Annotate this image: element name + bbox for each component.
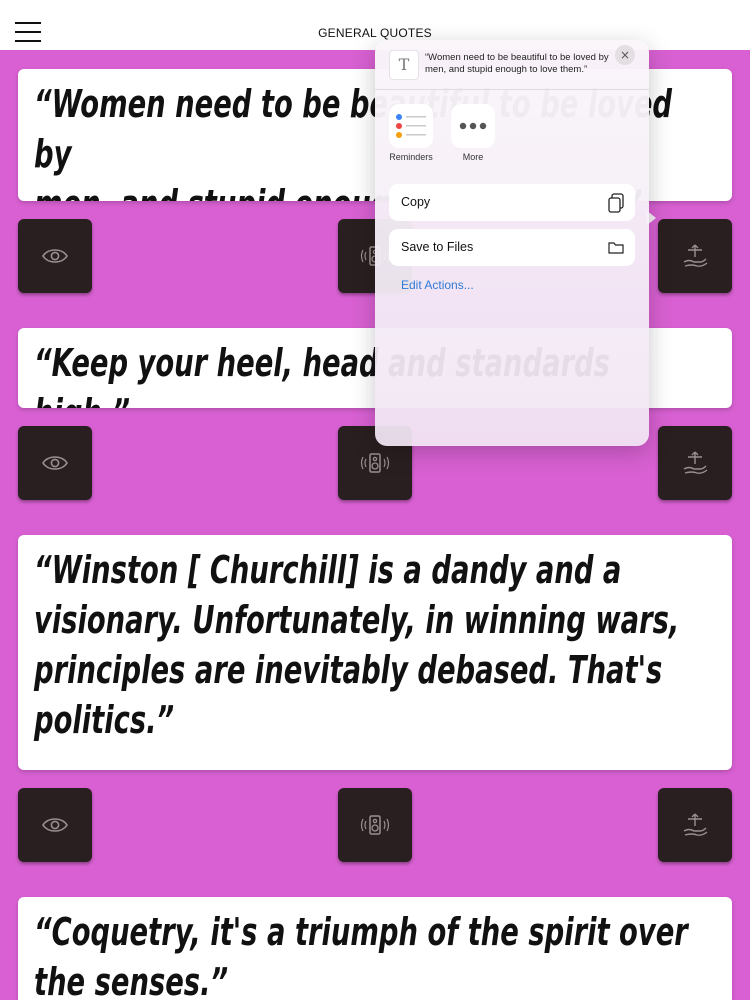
more-icon [459,122,487,130]
quote-text: “Winston [ Churchill] is a dandy and a v… [34,548,680,742]
share-sheet-header: T “Women need to be beautiful to be love… [375,40,649,90]
share-hand-icon [683,813,708,836]
share-hand-icon [683,244,708,267]
share-button[interactable] [658,426,732,500]
copy-label: Copy [401,195,431,209]
quote-card[interactable]: “Coquetry, it's a triumph of the spirit … [18,897,732,1000]
eye-icon [42,456,68,470]
speaker-icon [360,815,390,835]
reminders-label: Reminders [389,152,433,162]
eye-icon [42,818,68,832]
view-button[interactable] [18,219,92,293]
folder-icon [608,242,624,254]
save-to-files-label: Save to Files [401,240,474,254]
quote-text: “Coquetry, it's a triumph of the spirit … [34,910,688,1000]
share-sheet: T “Women need to be beautiful to be love… [375,40,649,446]
reminders-app-button[interactable] [389,104,433,148]
share-preview-text: “Women need to be beautiful to be loved … [425,52,609,75]
eye-icon [42,249,68,263]
more-label: More [462,152,484,162]
share-button[interactable] [658,219,732,293]
page-title: GENERAL QUOTES [318,26,432,40]
speaker-icon [360,453,390,473]
copy-icon [608,193,624,213]
more-button[interactable] [451,104,495,148]
copy-action[interactable]: Copy [389,184,635,221]
view-button[interactable] [18,426,92,500]
quote-card[interactable]: “Winston [ Churchill] is a dandy and a v… [18,535,732,770]
menu-icon-line [15,22,41,24]
menu-icon-line [15,40,41,42]
speak-button[interactable] [338,788,412,862]
share-hand-icon [683,451,708,474]
view-button[interactable] [18,788,92,862]
text-document-icon: T [389,50,419,80]
close-button[interactable]: × [615,45,635,65]
reminders-icon [396,114,426,138]
edit-actions-link[interactable]: Edit Actions... [401,278,474,292]
share-button[interactable] [658,788,732,862]
save-to-files-action[interactable]: Save to Files [389,229,635,266]
